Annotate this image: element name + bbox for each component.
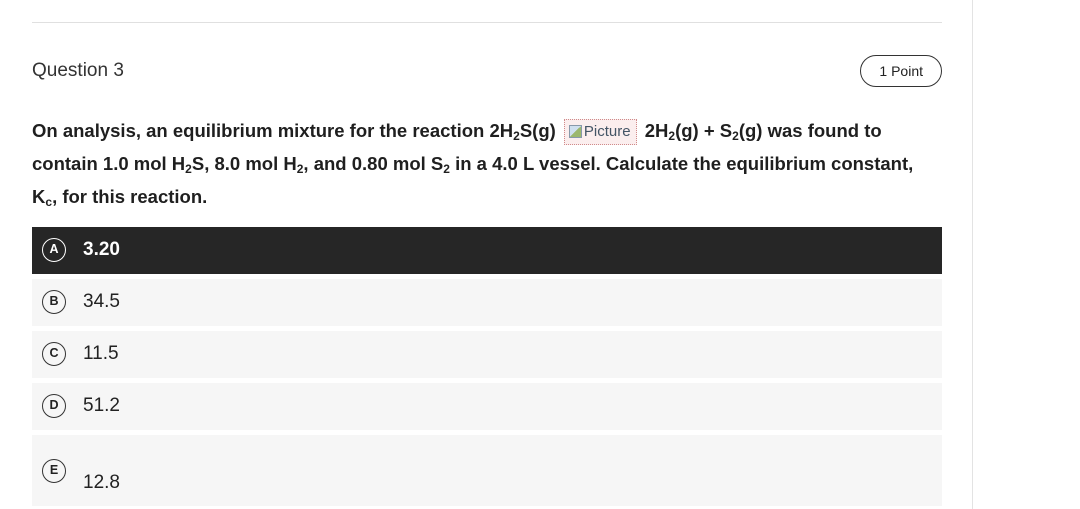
- question-text-part: S(g): [519, 120, 561, 141]
- reaction-arrow-image: Picture: [563, 119, 637, 146]
- points-badge: 1 Point: [860, 55, 942, 87]
- subscript: 2: [443, 162, 450, 176]
- question-panel: Question 3 1 Point On analysis, an equil…: [32, 0, 942, 509]
- option-e[interactable]: E 12.8: [32, 435, 942, 506]
- subscript: 2: [732, 129, 739, 143]
- question-text: On analysis, an equilibrium mixture for …: [32, 114, 942, 213]
- subscript: 2: [513, 129, 520, 143]
- answer-options: A 3.20 B 34.5 C 11.5 D 51.2 E 12.8: [32, 227, 942, 509]
- image-alt-text: Picture: [583, 123, 631, 141]
- option-d[interactable]: D 51.2: [32, 383, 942, 430]
- broken-image-icon: [568, 125, 582, 139]
- option-text-a: 3.20: [83, 239, 120, 260]
- question-text-part: S, 8.0 mol H: [191, 153, 297, 174]
- option-letter-b: B: [42, 290, 66, 314]
- question-text-part: , and 0.80 mol S: [303, 153, 444, 174]
- question-text-part: , for this reaction.: [52, 186, 208, 207]
- question-text-part: 2H: [639, 120, 669, 141]
- quiz-page: Question 3 1 Point On analysis, an equil…: [0, 0, 1080, 509]
- option-text-b: 34.5: [83, 291, 120, 312]
- option-letter-a: A: [42, 238, 66, 262]
- subscript: 2: [185, 162, 192, 176]
- option-letter-e: E: [42, 459, 66, 483]
- question-text-part: On analysis, an equilibrium mixture for …: [32, 120, 514, 141]
- option-text-d: 51.2: [83, 395, 120, 416]
- option-a[interactable]: A 3.20: [32, 227, 942, 274]
- question-number: Question 3: [32, 60, 124, 81]
- right-panel-divider: [972, 0, 973, 509]
- top-divider: [32, 22, 942, 23]
- option-c[interactable]: C 11.5: [32, 331, 942, 378]
- option-text-e: 12.8: [83, 472, 120, 493]
- option-text-c: 11.5: [83, 343, 119, 364]
- option-letter-d: D: [42, 394, 66, 418]
- question-text-part: (g) + S: [675, 120, 733, 141]
- question-header: Question 3 1 Point: [32, 55, 942, 89]
- option-letter-c: C: [42, 342, 66, 366]
- option-b[interactable]: B 34.5: [32, 279, 942, 326]
